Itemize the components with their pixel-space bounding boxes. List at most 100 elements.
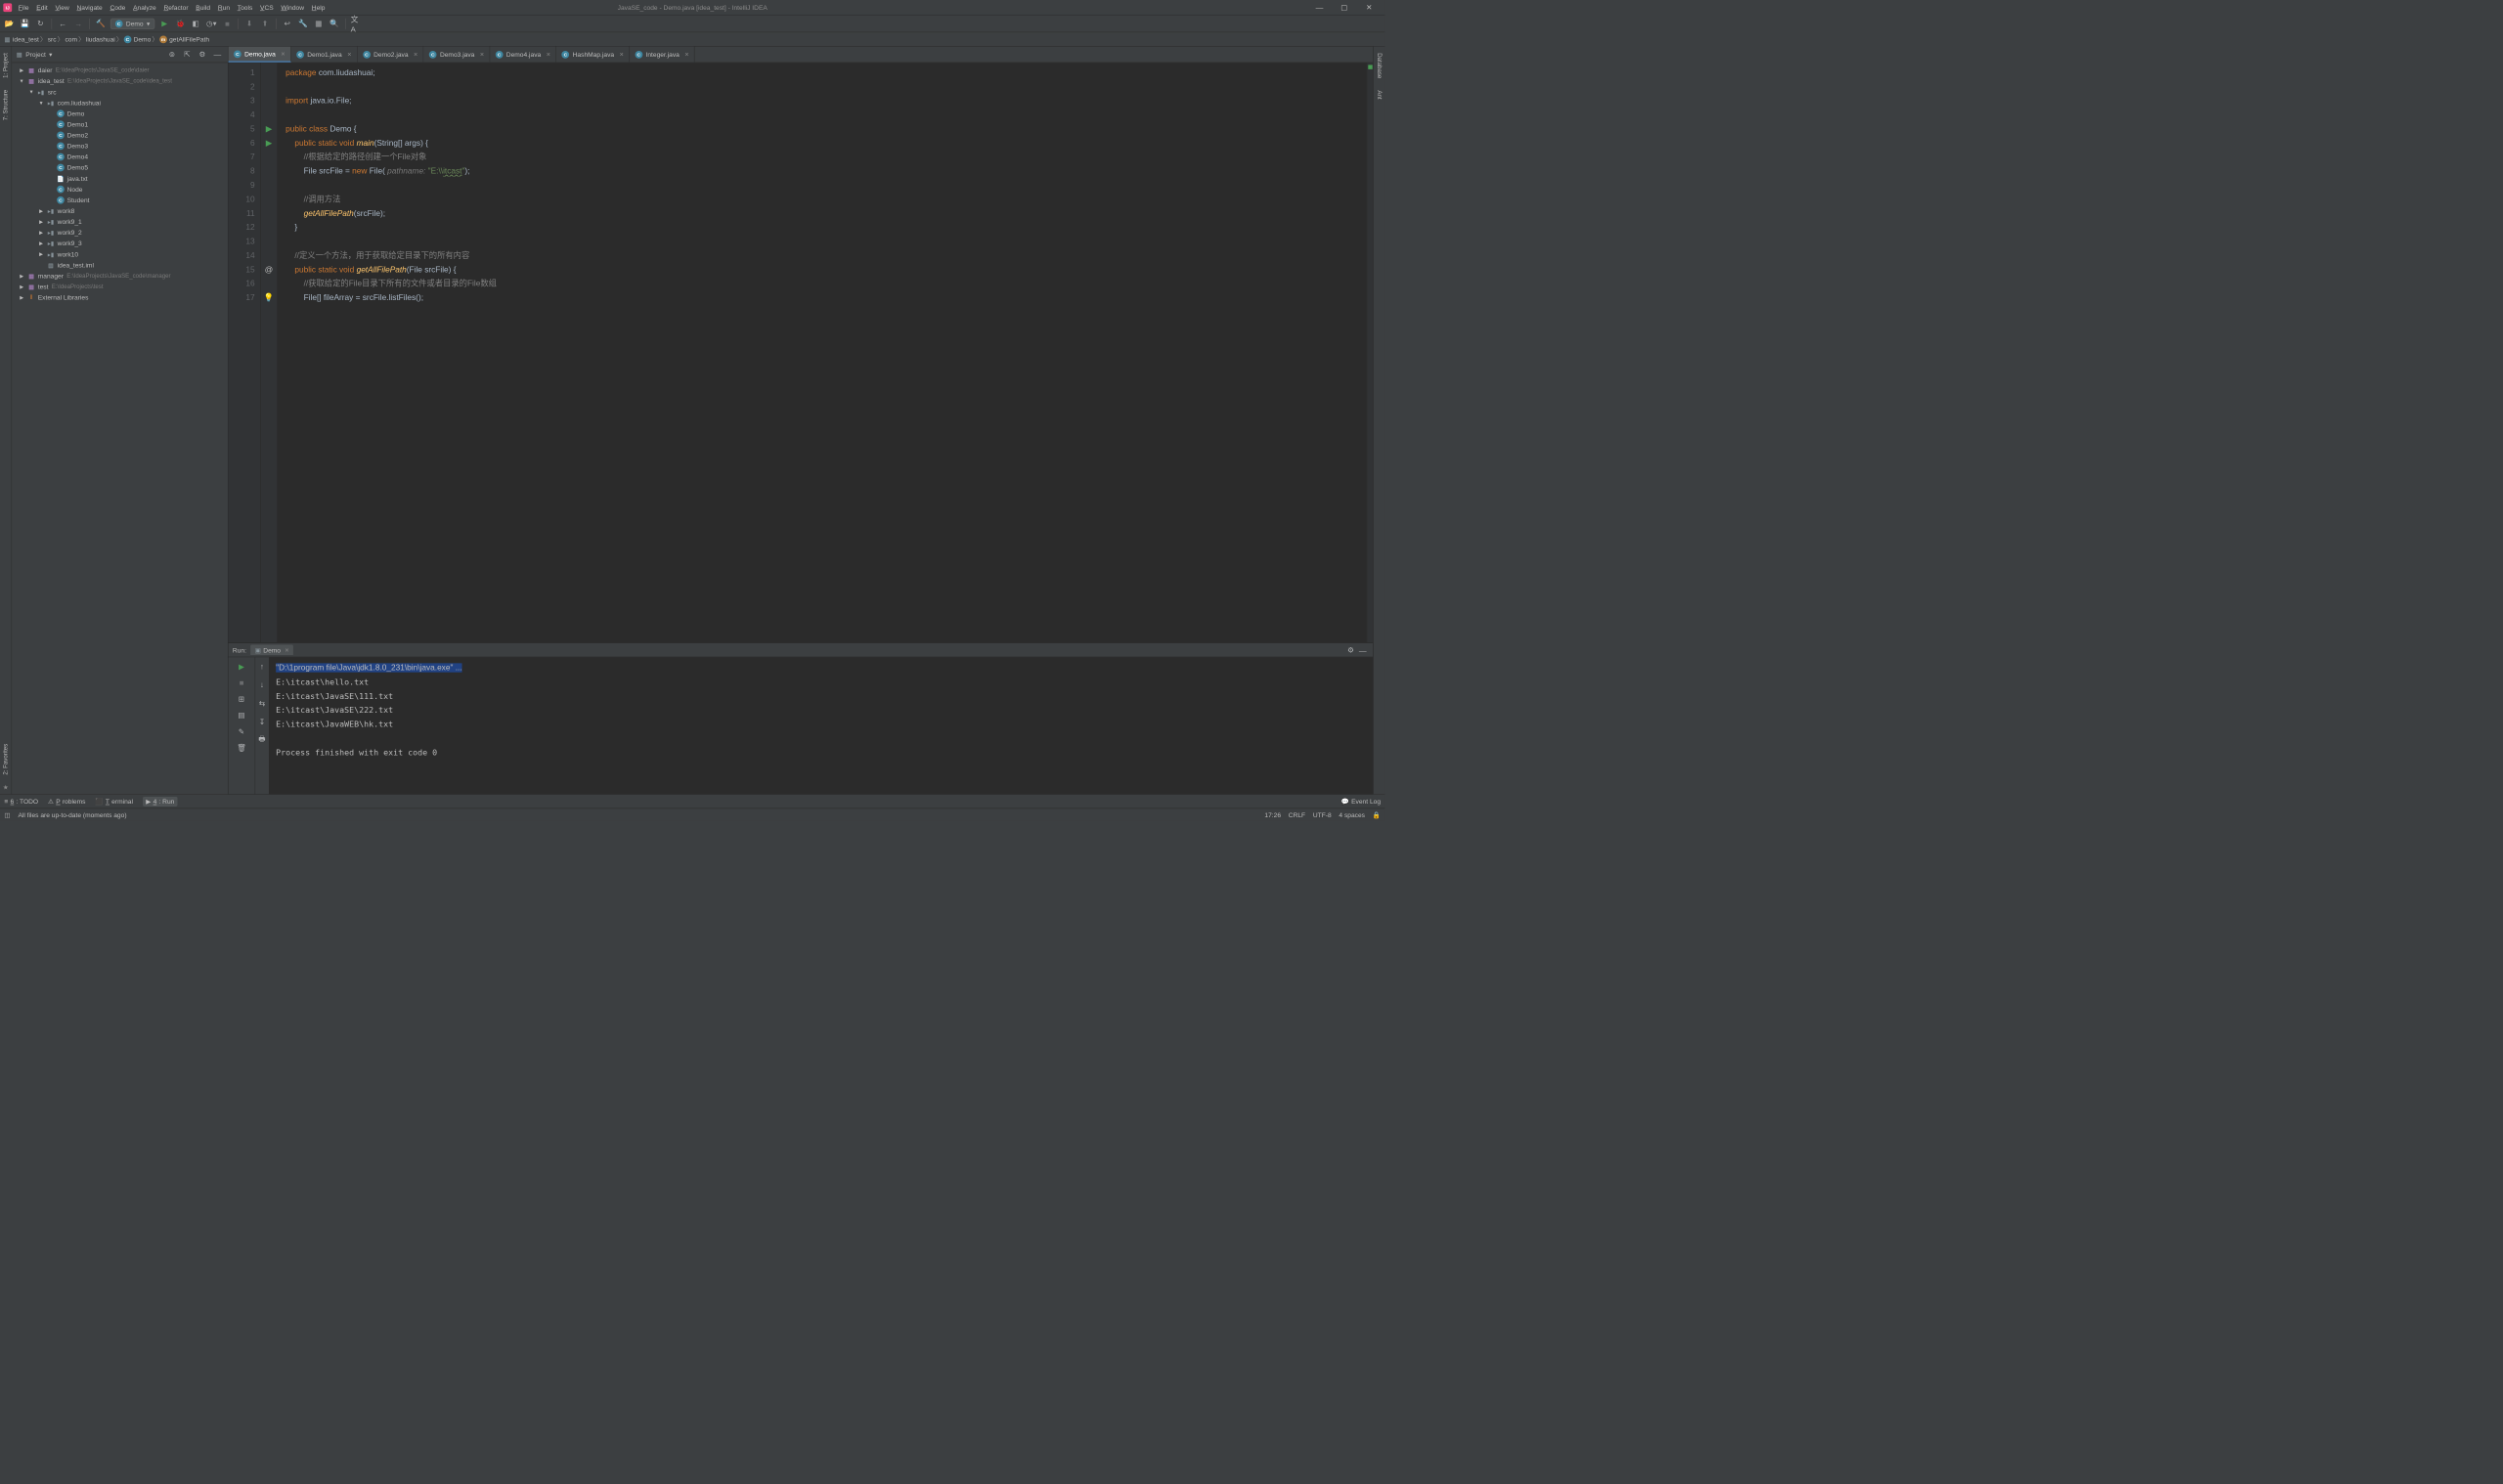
close-icon[interactable]: × [414, 50, 417, 58]
status-indent[interactable]: 4 spaces [1339, 811, 1365, 819]
breadcrumb-item[interactable]: liudashuai [86, 35, 115, 43]
hammer-icon[interactable]: 🔨 [95, 18, 107, 29]
stop-icon[interactable]: ■ [221, 18, 233, 29]
editor-tab[interactable]: CHashMap.java× [556, 47, 630, 63]
back-arrow2-icon[interactable]: ↩ [282, 18, 293, 29]
search-icon[interactable]: 🔍 [329, 18, 340, 29]
breadcrumb-item[interactable]: ▦ idea_test [4, 35, 38, 43]
menu-navigate[interactable]: Navigate [76, 4, 102, 12]
close-icon[interactable]: × [480, 50, 484, 58]
debug-icon[interactable]: 🐞 [174, 18, 186, 29]
bottom-tab-terminal[interactable]: ⬛ Terminal [95, 798, 133, 806]
menu-help[interactable]: Help [312, 4, 326, 12]
breadcrumb-item[interactable]: C Demo [124, 35, 152, 43]
menu-run[interactable]: Run [218, 4, 230, 12]
menu-tools[interactable]: Tools [238, 4, 253, 12]
status-eol[interactable]: CRLF [1289, 811, 1305, 819]
run-tab[interactable]: ▣ Demo × [250, 645, 293, 656]
refresh-icon[interactable]: ↻ [34, 18, 46, 29]
down-icon[interactable]: ↓ [256, 678, 268, 690]
close-icon[interactable]: × [281, 50, 285, 58]
tree-item[interactable]: ▶▸▮work8 [12, 205, 228, 216]
forward-icon[interactable]: → [72, 18, 84, 29]
up-icon[interactable]: ↑ [256, 661, 268, 673]
close-icon[interactable]: × [347, 50, 351, 58]
tree-item[interactable]: ▶▦managerE:\IdeaProjects\JavaSE_code\man… [12, 271, 228, 282]
menu-view[interactable]: View [55, 4, 68, 12]
run-icon[interactable]: ▶ [158, 18, 170, 29]
translate-icon[interactable]: 文A [351, 18, 363, 29]
collapse-icon[interactable]: ⇱ [181, 49, 193, 61]
menu-code[interactable]: Code [110, 4, 125, 12]
minimize-button[interactable]: — [1307, 0, 1332, 15]
close-icon[interactable]: × [620, 50, 624, 58]
dropdown-icon[interactable]: ▾ [49, 51, 52, 59]
stop-icon[interactable]: ■ [236, 677, 247, 688]
hide-icon[interactable]: — [1357, 644, 1369, 656]
editor-tab[interactable]: CDemo1.java× [291, 47, 358, 63]
editor-tab[interactable]: CDemo2.java× [357, 47, 423, 63]
editor-tab[interactable]: CDemo3.java× [423, 47, 490, 63]
tree-item[interactable]: ▼▸▮com.liudashuai [12, 98, 228, 109]
tree-item[interactable]: ▶▸▮work9_3 [12, 238, 228, 248]
maximize-button[interactable]: ▢ [1332, 0, 1356, 15]
menu-build[interactable]: Build [196, 4, 210, 12]
tree-item[interactable]: CDemo [12, 109, 228, 119]
wrap-icon[interactable]: ⇆ [256, 697, 268, 709]
bottom-tab-6-todo[interactable]: ≡ 6: TODO [4, 798, 38, 806]
rail-favorites[interactable]: 2: Favorites [1, 740, 10, 777]
menu-refactor[interactable]: Refactor [163, 4, 188, 12]
close-icon[interactable]: × [684, 50, 688, 58]
editor-tab[interactable]: CDemo4.java× [490, 47, 556, 63]
select-opened-icon[interactable]: ⊚ [166, 49, 178, 61]
bottom-tab-problems[interactable]: ⚠ Problems [48, 798, 85, 806]
tree-item[interactable]: ▶⫴External Libraries [12, 292, 228, 303]
close-icon[interactable]: × [547, 50, 550, 58]
event-log-button[interactable]: 💬 Event Log [1341, 798, 1381, 806]
tree-item[interactable]: ▼▸▮src [12, 87, 228, 98]
menu-edit[interactable]: Edit [36, 4, 47, 12]
status-encoding[interactable]: UTF-8 [1313, 811, 1332, 819]
gear-icon[interactable]: ⚙ [1345, 644, 1357, 656]
tree-item[interactable]: ▶▸▮work9_1 [12, 216, 228, 227]
console-output[interactable]: "D:\1program file\Java\jdk1.8.0_231\bin\… [270, 657, 1374, 794]
rail-ant[interactable]: Ant [1375, 87, 1383, 103]
menu-window[interactable]: Window [281, 4, 304, 12]
pin-icon[interactable]: ▤ [236, 709, 247, 720]
previous-icon[interactable]: ✎ [236, 725, 247, 737]
tree-item[interactable]: CDemo3 [12, 141, 228, 152]
close-icon[interactable]: × [285, 646, 288, 654]
close-button[interactable]: ✕ [1357, 0, 1382, 15]
lock-icon[interactable]: 🔒 [1373, 811, 1381, 819]
code-editor[interactable]: package com.liudashuai; import java.io.F… [277, 63, 1366, 642]
coverage-icon[interactable]: ◧ [190, 18, 201, 29]
tree-item[interactable]: 📄java.txt [12, 173, 228, 184]
tree-item[interactable]: ▦idea_test.iml [12, 260, 228, 271]
tree-item[interactable]: ▼▦idea_testE:\IdeaProjects\JavaSE_code\i… [12, 75, 228, 86]
rerun-icon[interactable]: ▶ [236, 661, 247, 673]
menu-vcs[interactable]: VCS [260, 4, 274, 12]
editor-tab[interactable]: CInteger.java× [630, 47, 695, 63]
menu-file[interactable]: File [19, 4, 29, 12]
rail-database[interactable]: Database [1375, 50, 1383, 82]
project-tree[interactable]: ▶▦daierE:\IdeaProjects\JavaSE_code\daier… [12, 63, 228, 794]
hide-panel-icon[interactable]: — [211, 49, 223, 61]
tool-window-icon[interactable]: ◫ [4, 811, 10, 819]
back-icon[interactable]: ← [57, 18, 68, 29]
tree-item[interactable]: CDemo4 [12, 152, 228, 162]
rail-project[interactable]: 1: Project [1, 50, 10, 81]
run-config-selector[interactable]: C Demo ▾ [110, 19, 154, 29]
editor-tab[interactable]: CDemo.java× [228, 47, 290, 63]
tree-item[interactable]: CStudent [12, 195, 228, 205]
rail-structure[interactable]: 7: Structure [1, 87, 10, 124]
tree-item[interactable]: CDemo5 [12, 162, 228, 173]
breadcrumb-item[interactable]: m getAllFilePath [159, 35, 209, 43]
bottom-tab-4-run[interactable]: ▶ 4: Run [143, 797, 178, 807]
open-icon[interactable]: 📂 [3, 18, 15, 29]
scroll-icon[interactable]: ↧ [256, 716, 268, 727]
gear-icon[interactable]: ⚙ [197, 49, 208, 61]
delete-icon[interactable]: 🗑 [236, 742, 247, 754]
breadcrumb-item[interactable]: src [48, 35, 57, 43]
tree-item[interactable]: ▶▦daierE:\IdeaProjects\JavaSE_code\daier [12, 65, 228, 75]
profile-icon[interactable]: ◷▾ [205, 18, 217, 29]
